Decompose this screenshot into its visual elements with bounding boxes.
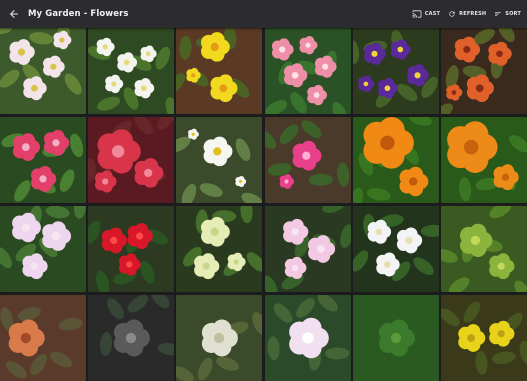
cast-button[interactable]: CAST [412, 10, 440, 18]
photo-thumbnail[interactable] [264, 117, 351, 203]
flower-photo [0, 117, 86, 203]
flower-photo [176, 295, 263, 381]
photo-thumbnail[interactable] [0, 117, 86, 203]
sort-button[interactable]: SORT [494, 10, 521, 18]
photo-thumbnail[interactable] [440, 28, 527, 114]
flower-photo [352, 206, 439, 292]
photo-thumbnail[interactable] [88, 117, 175, 203]
photo-thumbnail[interactable] [176, 28, 263, 114]
refresh-button[interactable]: REFRESH [448, 10, 486, 18]
flower-photo [0, 295, 86, 381]
flower-photo [264, 117, 351, 203]
photo-thumbnail[interactable] [0, 28, 86, 114]
flower-photo [88, 206, 175, 292]
photo-thumbnail[interactable] [88, 206, 175, 292]
flower-photo [0, 28, 86, 114]
flower-photo [0, 206, 86, 292]
flower-photo [88, 117, 175, 203]
flower-photo [352, 295, 439, 381]
photo-thumbnail[interactable] [440, 295, 527, 381]
photo-thumbnail[interactable] [440, 117, 527, 203]
flower-photo [264, 28, 351, 114]
flower-photo [176, 117, 263, 203]
back-button[interactable] [0, 0, 28, 28]
flower-photo [440, 206, 527, 292]
cast-icon [412, 10, 422, 18]
photo-grid [0, 28, 527, 381]
flower-photo [176, 28, 263, 114]
flower-photo [88, 28, 175, 114]
cast-label: CAST [424, 11, 441, 17]
refresh-icon [449, 11, 455, 17]
photo-thumbnail[interactable] [352, 295, 439, 381]
photo-thumbnail[interactable] [440, 206, 527, 292]
photo-thumbnail[interactable] [88, 28, 175, 114]
flower-photo [264, 295, 351, 381]
page-title: My Garden - Flowers [28, 9, 129, 19]
arrow-back-icon [10, 10, 18, 18]
flower-photo [88, 295, 175, 381]
photo-thumbnail[interactable] [176, 206, 263, 292]
flower-photo [352, 117, 439, 203]
refresh-label: REFRESH [459, 11, 487, 17]
photo-thumbnail[interactable] [352, 28, 439, 114]
app-bar: My Garden - Flowers CAST REFRESH SORT [0, 0, 527, 28]
photo-thumbnail[interactable] [352, 117, 439, 203]
photo-thumbnail[interactable] [0, 206, 86, 292]
flower-photo [440, 295, 527, 381]
toolbar-actions: CAST REFRESH SORT [412, 10, 527, 18]
photo-thumbnail[interactable] [176, 117, 263, 203]
photo-thumbnail[interactable] [176, 295, 263, 381]
photo-thumbnail[interactable] [352, 206, 439, 292]
photo-thumbnail[interactable] [264, 206, 351, 292]
flower-photo [352, 28, 439, 114]
flower-photo [176, 206, 263, 292]
photo-thumbnail[interactable] [0, 295, 86, 381]
photo-thumbnail[interactable] [88, 295, 175, 381]
flower-photo [440, 28, 527, 114]
flower-photo [440, 117, 527, 203]
flower-photo [264, 206, 351, 292]
photo-thumbnail[interactable] [264, 28, 351, 114]
sort-icon [495, 12, 502, 16]
photo-thumbnail[interactable] [264, 295, 351, 381]
sort-label: SORT [505, 11, 521, 17]
